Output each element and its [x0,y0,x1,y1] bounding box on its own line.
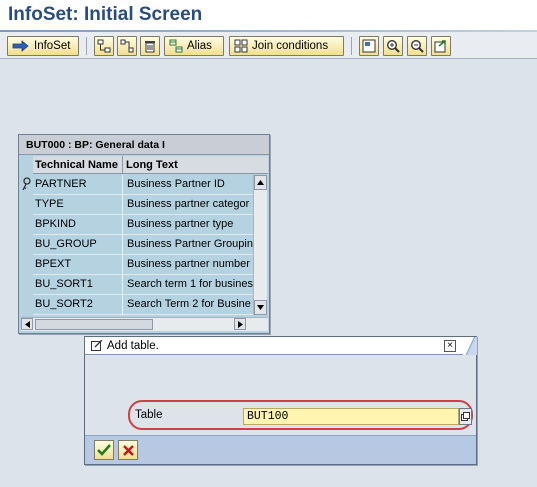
table-row[interactable]: BPEXT Business partner number [33,255,254,275]
triangle-down-icon [257,305,264,310]
column-divider [122,275,123,295]
field-name: BPEXT [35,258,72,270]
field-text: Business Partner Groupin [127,238,253,250]
close-icon: × [447,340,453,351]
delete-table-button[interactable] [140,36,160,56]
scroll-left-button[interactable] [21,318,33,330]
table-label: Table [135,409,163,421]
dialog-edit-icon [91,340,103,351]
scroll-thumb[interactable] [35,319,153,330]
infoset-button[interactable]: InfoSet [7,36,79,56]
vertical-scrollbar[interactable] [253,175,267,315]
key-icon [22,177,31,191]
table-input[interactable]: BUT100 [243,408,459,425]
field-name: PARTNER [35,178,87,190]
tables-icon [169,39,183,53]
field-text: Business partner categor [127,198,250,210]
triangle-left-icon [24,320,30,328]
toolbar-separator [86,37,87,55]
column-divider [122,235,123,255]
table-row[interactable]: TYPE Business partner categor [33,195,254,215]
join-conditions-button-label: Join conditions [252,40,329,52]
column-divider [122,175,123,195]
scroll-down-button[interactable] [254,300,267,315]
table-window[interactable]: BUT000 : BP: General data I Technical Na… [18,134,270,334]
field-name: BU_GROUP [35,238,97,250]
field-text: Business partner type [127,218,234,230]
field-text: Search Term 2 for Busine [127,298,251,310]
table-row[interactable]: BU_SORT2 Search Term 2 for Busine [33,295,254,315]
dialog-footer [85,435,476,464]
table-row[interactable]: BPKIND Business partner type [33,215,254,235]
cancel-button[interactable] [118,440,138,460]
dialog-title-bar: Add table. × [85,337,477,355]
alias-button[interactable]: Alias [164,36,224,56]
application-toolbar: InfoSet Alias Join conditions [0,32,537,59]
field-text: Business Partner ID [127,178,225,190]
export-icon [434,40,446,53]
add-table-dialog: Add table. × Table BUT100 [84,336,477,465]
field-name: BPKIND [35,218,76,230]
export-button[interactable] [431,36,451,56]
infoset-button-label: InfoSet [34,40,71,52]
zoom-in-icon [386,39,400,53]
field-text: Business partner number [127,258,250,270]
column-divider [122,156,123,174]
table-row[interactable]: BU_GROUP Business Partner Groupin [33,235,254,255]
overview-button[interactable] [359,36,379,56]
table-header: Technical Name Long Text [33,156,268,174]
value-help-button[interactable] [459,408,472,425]
table-row[interactable]: PARTNER Business Partner ID [33,175,254,195]
column-header-technical-name: Technical Name [35,159,118,171]
column-divider [122,195,123,215]
column-divider [122,255,123,275]
triangle-up-icon [257,180,264,185]
dialog-close-button[interactable]: × [444,340,456,352]
dialog-title: Add table. [107,340,159,352]
triangle-right-icon [237,320,243,328]
hierarchy-icon [97,39,111,53]
column-divider [122,215,123,235]
zoom-out-icon [410,39,424,53]
overview-icon [362,39,376,53]
title-bar: InfoSet: Initial Screen [0,0,537,32]
field-name: BU_SORT1 [35,278,93,290]
table-window-title: BUT000 : BP: General data I [19,135,269,155]
join-tables-button[interactable] [117,36,137,56]
zoom-out-button[interactable] [407,36,427,56]
change-tables-button[interactable] [94,36,114,56]
alias-button-label: Alias [187,40,212,52]
join-icon [234,39,248,53]
value-help-icon [461,412,470,421]
horizontal-scrollbar[interactable] [21,317,268,331]
field-text: Search term 1 for busines [127,278,253,290]
title-bar-decoration [463,337,477,355]
field-name: TYPE [35,198,64,210]
table-row[interactable]: BU_SORT1 Search term 1 for busines [33,275,254,295]
page-title: InfoSet: Initial Screen [8,4,203,25]
arrow-right-icon [12,40,29,52]
cancel-x-icon [122,444,134,456]
zoom-in-button[interactable] [383,36,403,56]
checkmark-icon [97,444,111,456]
table-link-icon [120,39,134,53]
scroll-right-button[interactable] [234,318,246,330]
toolbar-separator [351,37,352,55]
trash-icon [145,41,155,53]
field-name: BU_SORT2 [35,298,93,310]
join-conditions-button[interactable]: Join conditions [229,36,344,56]
confirm-button[interactable] [94,440,114,460]
column-divider [122,295,123,315]
scroll-up-button[interactable] [254,175,267,190]
column-header-long-text: Long Text [126,159,178,171]
